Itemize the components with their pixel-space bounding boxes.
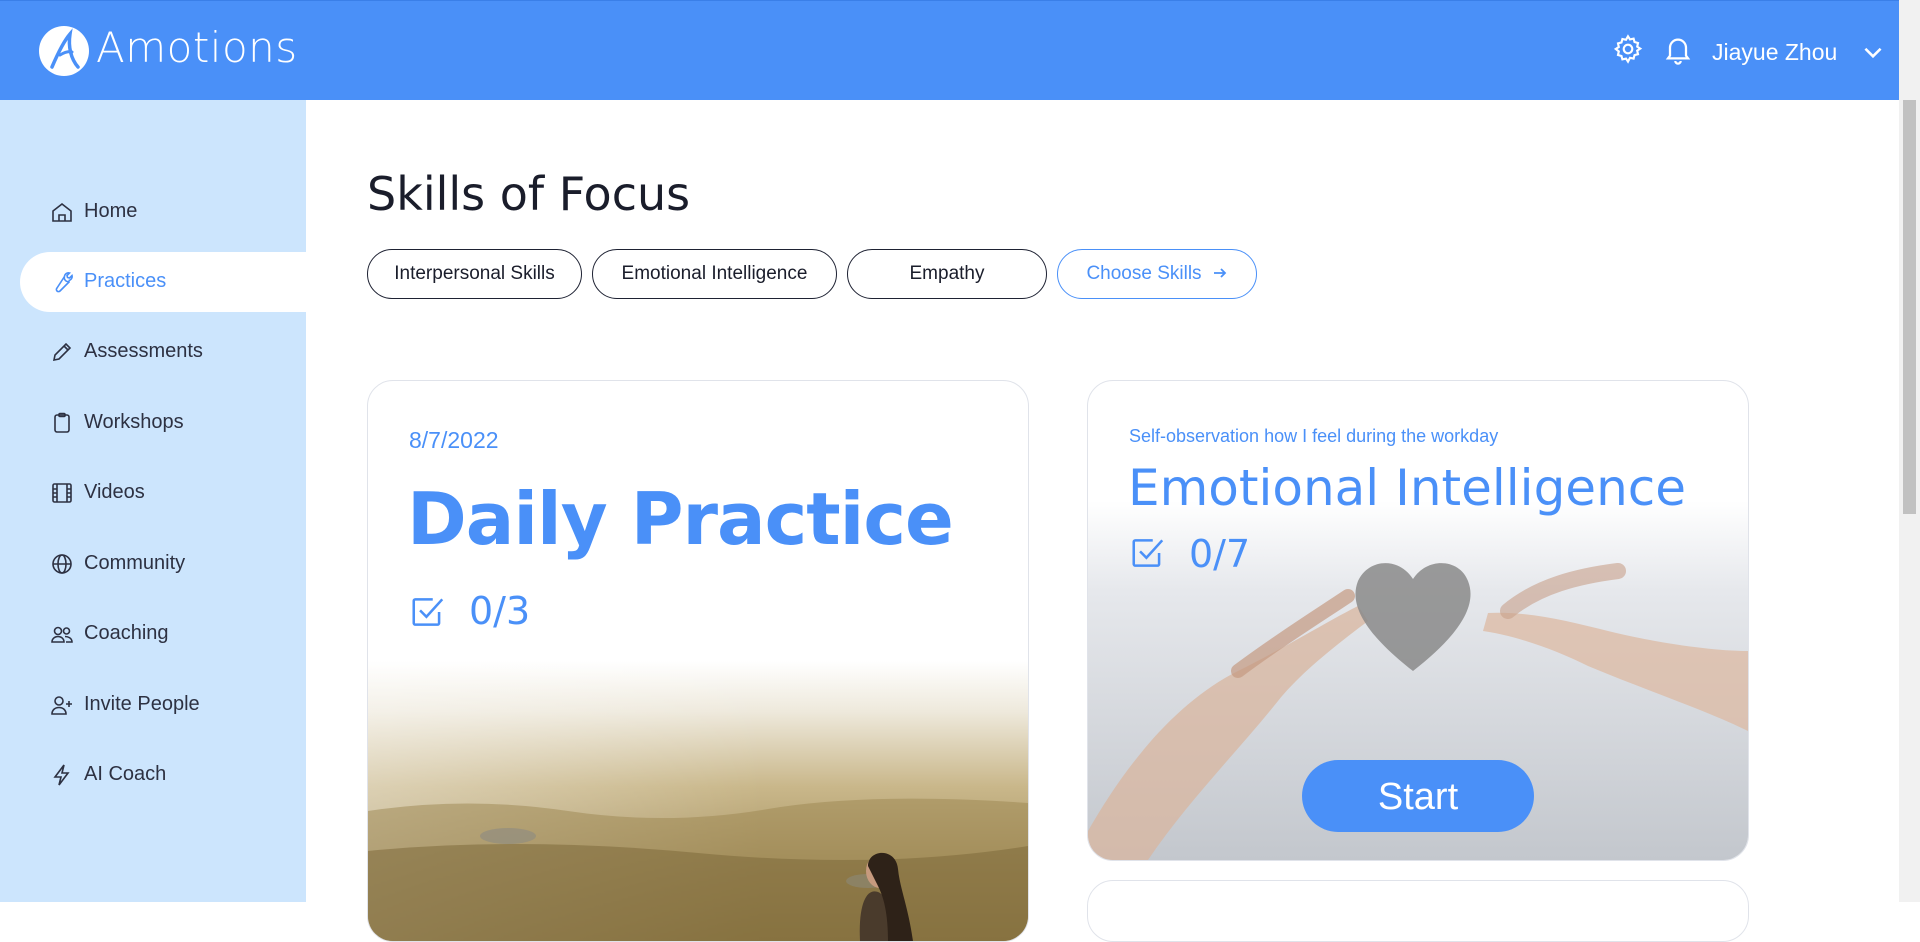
sidebar-item-videos[interactable]: Videos xyxy=(20,463,306,523)
next-practice-card[interactable] xyxy=(1087,880,1749,942)
sidebar-item-invite-people[interactable]: Invite People xyxy=(20,675,306,735)
choose-skills-label: Choose Skills xyxy=(1086,263,1202,284)
skill-progress: 0/7 xyxy=(1189,532,1251,576)
top-header: Amotions Jiayue Zhou xyxy=(0,0,1899,100)
lightning-icon xyxy=(53,764,70,786)
sidebar-item-coaching[interactable]: Coaching xyxy=(20,604,306,664)
page-title: Skills of Focus xyxy=(367,167,691,221)
skill-card-title: Emotional Intelligence xyxy=(1128,459,1687,517)
skill-chip-interpersonal[interactable]: Interpersonal Skills xyxy=(367,249,582,299)
sidebar-item-label: Videos xyxy=(84,481,145,503)
sidebar-item-label: Invite People xyxy=(84,693,200,715)
settings-gear-icon[interactable] xyxy=(1612,33,1644,65)
checkbox-checked-icon xyxy=(1132,539,1164,567)
page-scrollbar[interactable] xyxy=(1899,0,1920,902)
film-icon xyxy=(52,483,72,503)
sidebar-item-label: Home xyxy=(84,200,138,222)
sidebar-item-label: Practices xyxy=(84,270,167,292)
sidebar-item-community[interactable]: Community xyxy=(20,534,306,594)
globe-icon xyxy=(52,554,72,574)
amotions-logo-icon[interactable] xyxy=(38,25,90,77)
people-icon xyxy=(51,626,73,643)
sidebar-item-label: Workshops xyxy=(84,411,184,433)
sidebar-item-label: AI Coach xyxy=(84,763,167,785)
clipboard-icon xyxy=(54,412,70,433)
sidebar-item-home[interactable]: Home xyxy=(20,182,306,242)
home-icon xyxy=(52,202,72,222)
skill-practice-card[interactable]: Self-observation how I feel during the w… xyxy=(1087,380,1749,861)
app-title: Amotions xyxy=(96,23,298,72)
choose-skills-button[interactable]: Choose Skills xyxy=(1057,249,1257,299)
sidebar-item-label: Coaching xyxy=(84,622,169,644)
user-name[interactable]: Jiayue Zhou xyxy=(1712,39,1837,66)
start-button[interactable]: Start xyxy=(1302,760,1534,832)
chevron-down-icon[interactable] xyxy=(1860,39,1886,65)
pencil-icon xyxy=(52,342,72,362)
sidebar-item-label: Assessments xyxy=(84,340,203,362)
practice-date: 8/7/2022 xyxy=(409,427,499,453)
add-user-icon xyxy=(51,696,72,715)
skill-card-subtitle: Self-observation how I feel during the w… xyxy=(1129,426,1499,446)
arrow-right-icon xyxy=(1213,268,1226,278)
notification-bell-icon[interactable] xyxy=(1662,33,1694,65)
sidebar-item-assessments[interactable]: Assessments xyxy=(20,322,306,382)
meadow-meditation-image xyxy=(368,661,1028,941)
sidebar: Home Practices Assessments Workshops Vid… xyxy=(0,100,306,902)
daily-practice-title: Daily Practice xyxy=(407,477,954,561)
wrench-icon xyxy=(55,272,73,293)
daily-progress: 0/3 xyxy=(469,589,531,633)
sidebar-item-ai-coach[interactable]: AI Coach xyxy=(20,745,306,805)
sidebar-item-practices[interactable]: Practices xyxy=(20,252,306,312)
skill-chip-empathy[interactable]: Empathy xyxy=(847,249,1047,299)
daily-practice-card[interactable]: 8/7/2022 Daily Practice 0/3 xyxy=(367,380,1029,942)
checkbox-checked-icon xyxy=(412,598,444,626)
skill-chip-emotional-intelligence[interactable]: Emotional Intelligence xyxy=(592,249,837,299)
scrollbar-thumb[interactable] xyxy=(1903,100,1916,514)
sidebar-item-label: Community xyxy=(84,552,186,574)
sidebar-item-workshops[interactable]: Workshops xyxy=(20,393,306,453)
